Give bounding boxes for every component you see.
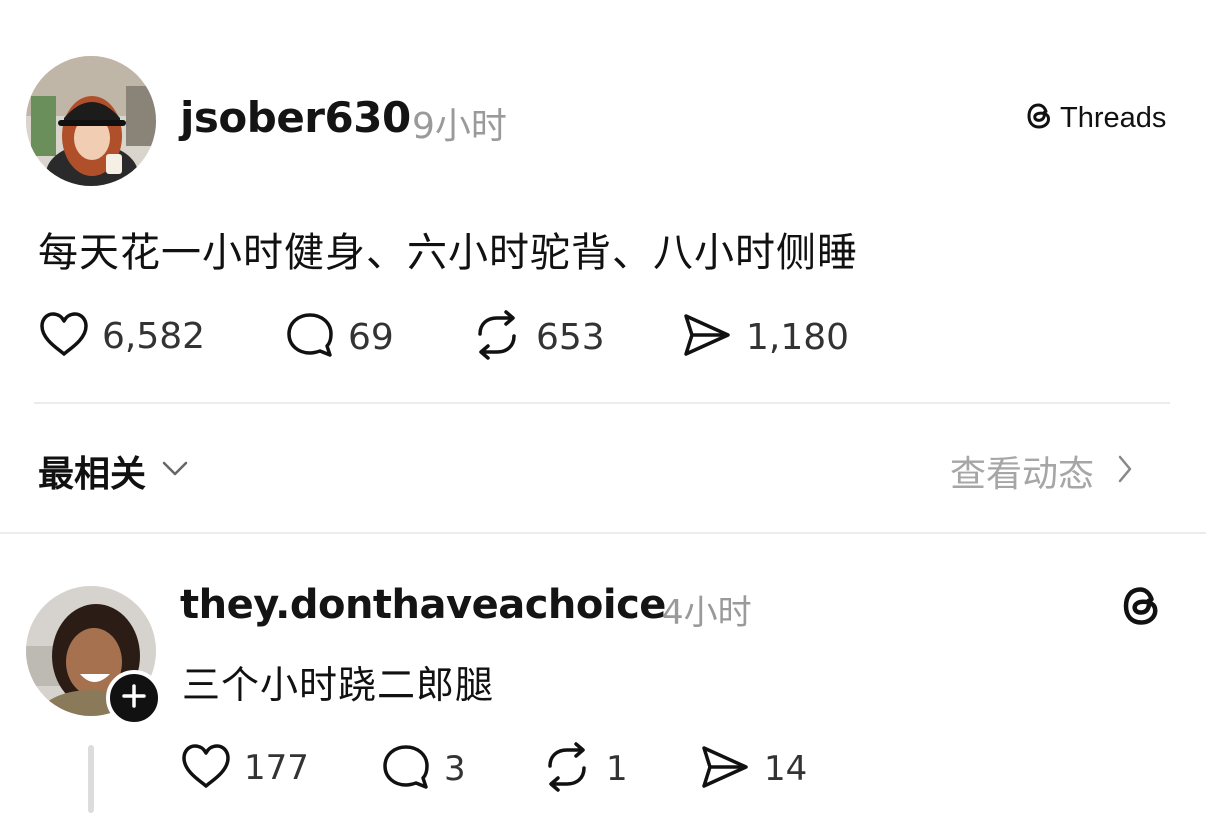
reply-text: 三个小时跷二郎腿 [182, 663, 495, 707]
repost-arrows-icon [470, 310, 524, 364]
reply-like-count: 177 [244, 748, 309, 788]
divider [34, 402, 1170, 404]
paper-plane-icon [680, 310, 734, 364]
threads-logo-icon [1118, 587, 1164, 634]
plus-icon [121, 683, 147, 713]
share-count: 1,180 [746, 316, 850, 358]
reply-repost-count: 1 [606, 749, 628, 789]
follow-button[interactable] [106, 670, 162, 726]
reply-comment-count: 3 [444, 749, 466, 789]
sort-label: 最相关 [38, 454, 147, 495]
author-username[interactable]: jsober630 [180, 93, 411, 142]
post-timestamp: 9小时 [412, 106, 507, 147]
author-avatar[interactable] [26, 56, 156, 186]
heart-outline-icon [180, 742, 232, 794]
reply-comment-button[interactable]: 3 [380, 742, 466, 796]
reply-repost-button[interactable]: 1 [540, 742, 628, 796]
speech-bubble-icon [380, 742, 432, 796]
paper-plane-icon [698, 742, 752, 796]
like-count: 6,582 [102, 315, 206, 357]
section-divider [0, 532, 1206, 534]
reply-like-button[interactable]: 177 [180, 742, 309, 794]
like-button[interactable]: 6,582 [38, 310, 205, 362]
chevron-down-icon [160, 459, 190, 483]
speech-bubble-icon [284, 310, 336, 364]
repost-button[interactable]: 653 [470, 310, 605, 364]
heart-outline-icon [38, 310, 90, 362]
chevron-right-icon [1116, 453, 1134, 489]
reply-share-button[interactable]: 14 [698, 742, 807, 796]
sort-dropdown[interactable]: 最相关 [38, 445, 190, 497]
view-activity-label: 查看动态 [950, 454, 1095, 495]
post-text: 每天花一小时健身、六小时驼背、八小时侧睡 [38, 230, 858, 276]
reply-share-count: 14 [764, 749, 808, 789]
reply-author-username[interactable]: they.donthaveachoice [180, 582, 666, 628]
threads-badge-label: Threads [1060, 101, 1167, 134]
repost-arrows-icon [540, 742, 594, 796]
reply-timestamp: 4小时 [662, 593, 752, 633]
comment-count: 69 [348, 316, 394, 358]
repost-count: 653 [536, 316, 605, 358]
view-activity-link[interactable]: 查看动态 [950, 445, 1134, 497]
threads-logo-icon [1024, 100, 1054, 136]
share-button[interactable]: 1,180 [680, 310, 849, 364]
threads-badge[interactable]: Threads [1024, 100, 1166, 136]
comment-button[interactable]: 69 [284, 310, 394, 364]
thread-line [88, 745, 94, 813]
reply-threads-icon[interactable] [1118, 582, 1164, 634]
